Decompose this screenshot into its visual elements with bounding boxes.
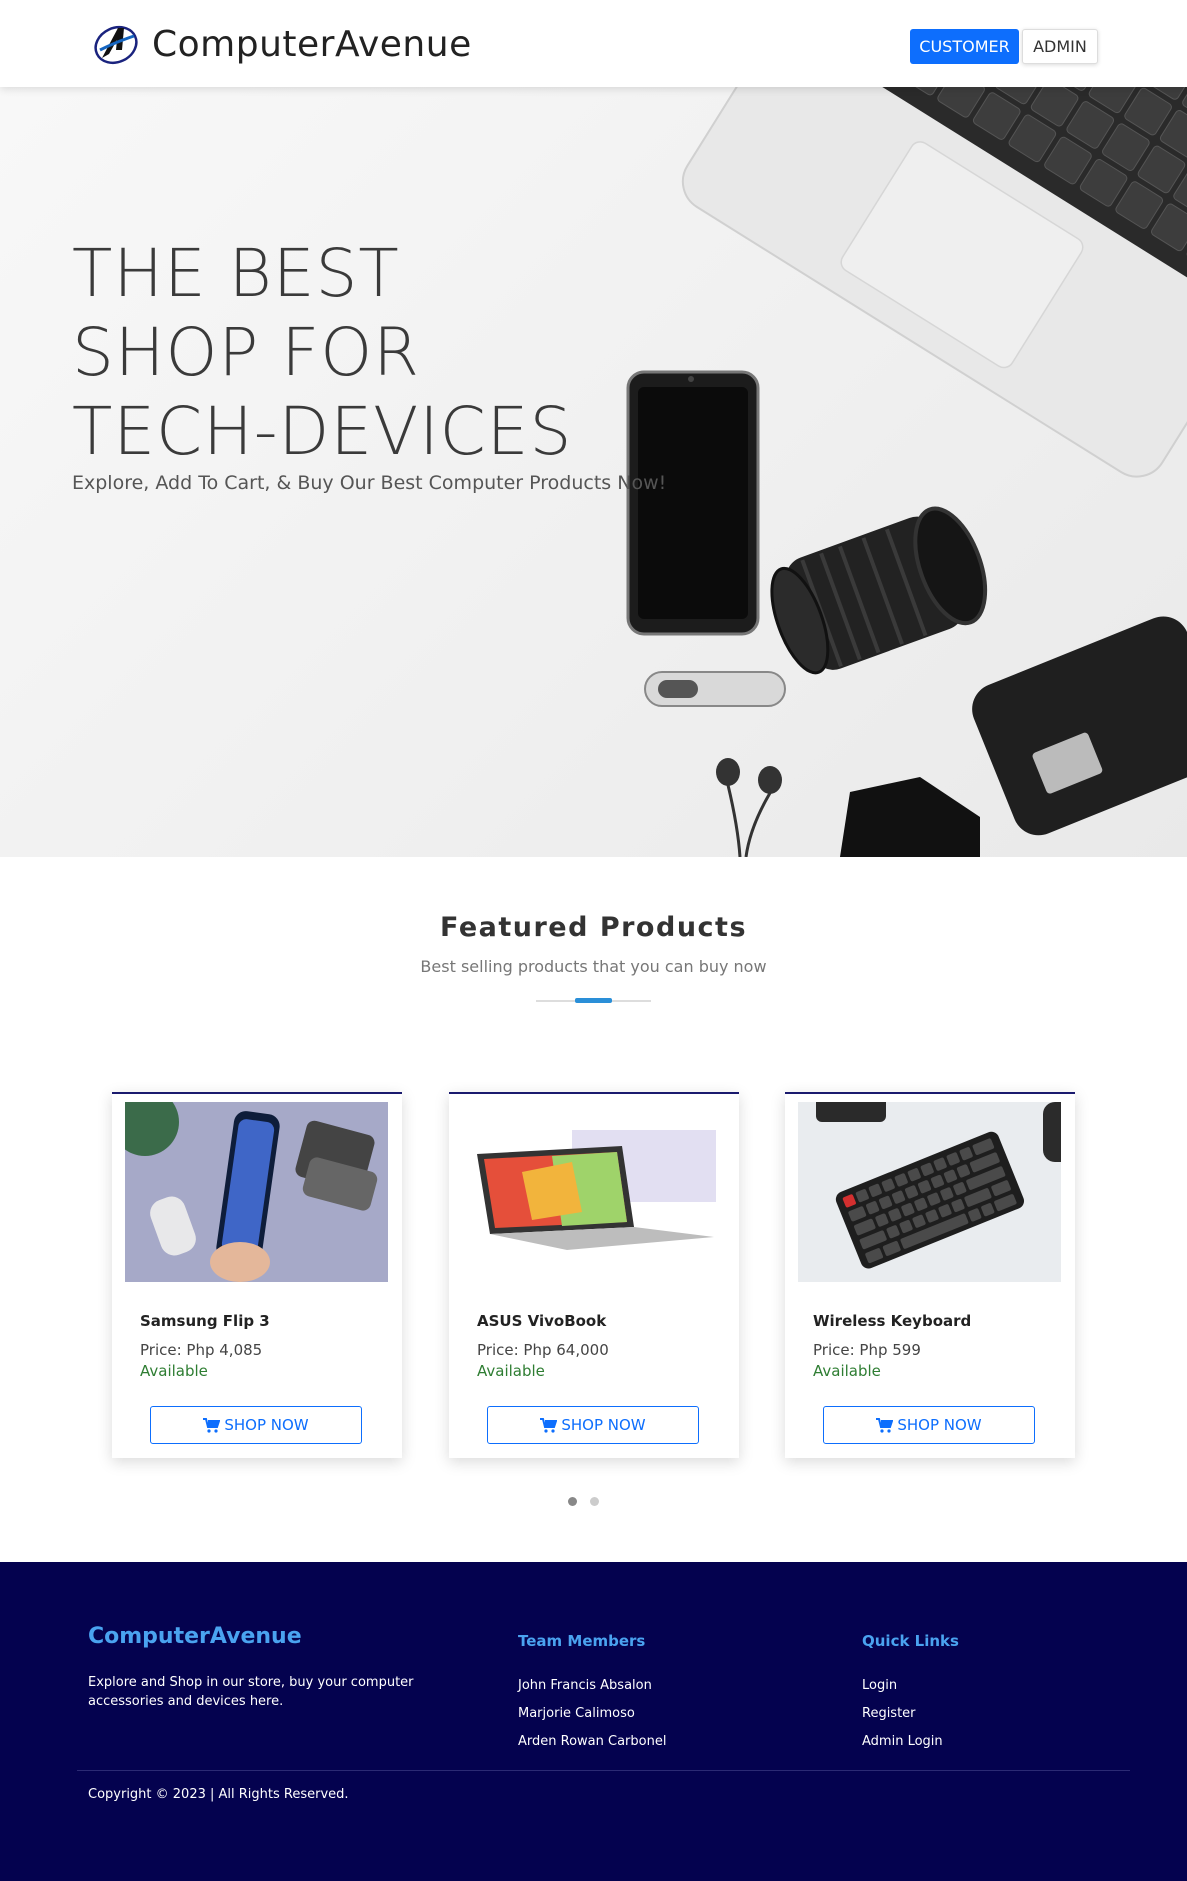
cart-icon	[203, 1417, 221, 1433]
product-card: Wireless Keyboard Price: Php 599 Availab…	[785, 1092, 1075, 1458]
featured-subtitle: Best selling products that you can buy n…	[420, 957, 767, 976]
shop-now-button[interactable]: SHOP NOW	[823, 1406, 1035, 1444]
product-price: Price: Php 599	[813, 1341, 921, 1359]
shop-now-label: SHOP NOW	[224, 1416, 309, 1434]
product-card: ASUS VivoBook Price: Php 64,000 Availabl…	[449, 1092, 739, 1458]
team-members-list: John Francis Absalon Marjorie Calimoso A…	[518, 1672, 666, 1756]
customer-button[interactable]: CUSTOMER	[910, 29, 1019, 64]
hero-subtitle: Explore, Add To Cart, & Buy Our Best Com…	[72, 472, 667, 494]
product-image-samsung-flip	[125, 1102, 388, 1282]
hero-title-line-1: THE BEST	[72, 235, 400, 312]
footer: ComputerAvenue Explore and Shop in our s…	[0, 1562, 1187, 1881]
product-name: Wireless Keyboard	[813, 1312, 972, 1330]
footer-brand: ComputerAvenue	[88, 1624, 302, 1649]
hero-title-line-2: SHOP FOR	[72, 314, 421, 391]
product-name: ASUS VivoBook	[477, 1312, 607, 1330]
product-status: Available	[140, 1362, 208, 1380]
product-image-wireless-keyboard	[798, 1102, 1061, 1282]
brand-name: ComputerAvenue	[152, 23, 472, 65]
carousel-dot-1[interactable]	[568, 1497, 577, 1506]
featured-title: Featured Products	[439, 912, 748, 943]
register-link[interactable]: Register	[862, 1700, 943, 1728]
hero-title-line-3: TECH-DEVICES	[72, 393, 573, 470]
team-member: Arden Rowan Carbonel	[518, 1734, 667, 1749]
login-link[interactable]: Login	[862, 1672, 943, 1700]
shop-now-label: SHOP NOW	[897, 1416, 982, 1434]
section-divider-accent	[575, 998, 612, 1003]
team-member: Marjorie Calimoso	[518, 1706, 635, 1721]
hero-banner: THE BEST SHOP FOR TECH-DEVICES Explore, …	[0, 87, 1187, 857]
quick-links-heading: Quick Links	[862, 1632, 959, 1650]
footer-description: Explore and Shop in our store, buy your …	[88, 1675, 414, 1709]
carousel-dot-2[interactable]	[590, 1497, 599, 1506]
quick-links-list: Login Register Admin Login	[862, 1672, 943, 1756]
hero-title: THE BEST SHOP FOR TECH-DEVICES	[72, 234, 572, 471]
shop-now-label: SHOP NOW	[561, 1416, 646, 1434]
copyright: Copyright © 2023 | All Rights Reserved.	[88, 1787, 349, 1802]
brand-link[interactable]: ComputerAvenue	[92, 20, 472, 68]
shop-now-button[interactable]: SHOP NOW	[487, 1406, 699, 1444]
product-status: Available	[477, 1362, 545, 1380]
product-price: Price: Php 4,085	[140, 1341, 263, 1359]
shop-now-button[interactable]: SHOP NOW	[150, 1406, 362, 1444]
team-member: John Francis Absalon	[518, 1678, 652, 1693]
product-image-asus-vivobook	[462, 1102, 725, 1282]
admin-login-link[interactable]: Admin Login	[862, 1728, 943, 1756]
cart-icon	[876, 1417, 894, 1433]
cart-icon	[540, 1417, 558, 1433]
navbar: ComputerAvenue CUSTOMER ADMIN	[0, 0, 1187, 87]
computeravenue-logo-icon	[94, 25, 138, 65]
product-name: Samsung Flip 3	[140, 1312, 270, 1330]
product-price: Price: Php 64,000	[477, 1341, 609, 1359]
carousel-indicators	[568, 1497, 599, 1506]
admin-button[interactable]: ADMIN	[1022, 29, 1098, 64]
team-members-heading: Team Members	[518, 1632, 646, 1650]
product-status: Available	[813, 1362, 881, 1380]
footer-divider	[77, 1770, 1130, 1771]
product-card: Samsung Flip 3 Price: Php 4,085 Availabl…	[112, 1092, 402, 1458]
